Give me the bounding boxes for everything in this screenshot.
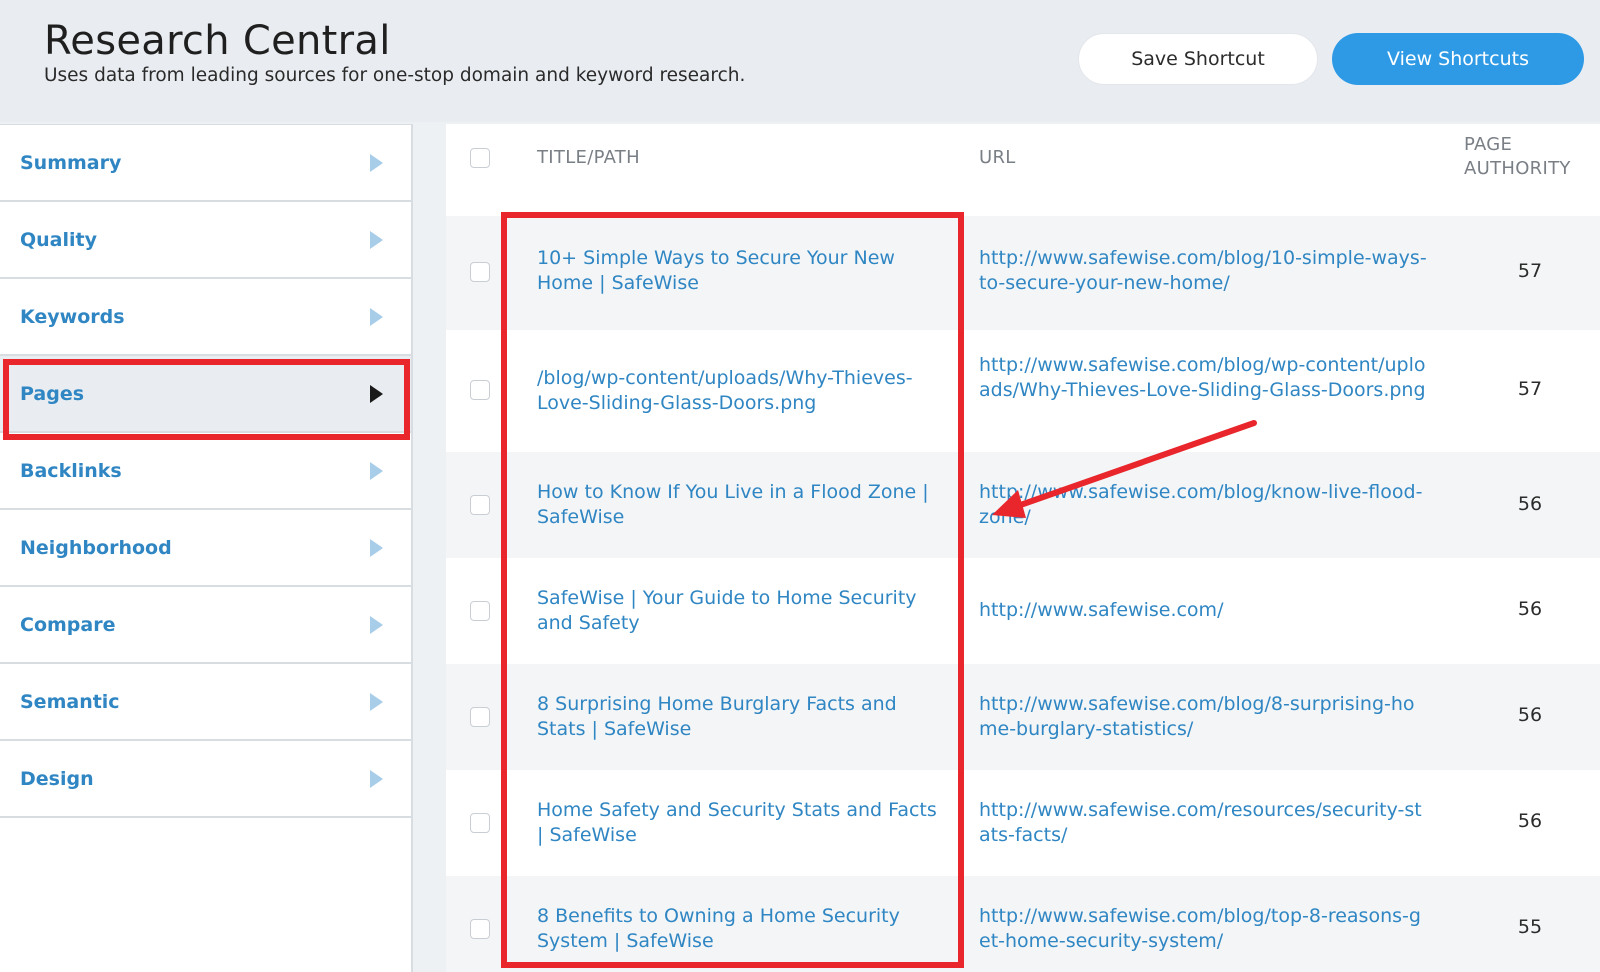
sidebar-nav: Summary Quality Keywords Pages Backlinks… (0, 124, 413, 972)
view-shortcuts-button[interactable]: View Shortcuts (1332, 33, 1584, 85)
row-checkbox[interactable] (470, 813, 490, 833)
row-checkbox[interactable] (470, 919, 490, 939)
column-header-url: URL (979, 147, 1016, 168)
chevron-right-icon (370, 307, 383, 326)
sidebar-item-summary[interactable]: Summary (0, 125, 411, 202)
row-checkbox[interactable] (470, 707, 490, 727)
annotation-highlight-pages (3, 359, 410, 440)
page-authority-value: 56 (1517, 493, 1543, 515)
page-url-link[interactable]: http://www.safewise.com/blog/8-surprisin… (979, 692, 1429, 742)
page-authority-value: 55 (1517, 916, 1543, 938)
page-subtitle: Uses data from leading sources for one-s… (44, 65, 746, 86)
sidebar-item-label: Keywords (20, 305, 125, 328)
sidebar-item-label: Summary (20, 151, 122, 174)
page-url-link[interactable]: http://www.safewise.com/blog/wp-content/… (979, 353, 1429, 403)
sidebar-item-label: Semantic (20, 690, 120, 713)
page-url-link[interactable]: http://www.safewise.com/ (979, 598, 1429, 623)
table-header-row: TITLE/PATH URL PAGE AUTHORITY (446, 124, 1600, 216)
sidebar-item-label: Quality (20, 228, 97, 251)
row-checkbox[interactable] (470, 495, 490, 515)
sidebar-item-keywords[interactable]: Keywords (0, 279, 411, 356)
column-header-page-authority-line1: PAGE (1464, 134, 1513, 155)
sidebar-item-backlinks[interactable]: Backlinks (0, 433, 411, 510)
save-shortcut-button[interactable]: Save Shortcut (1078, 33, 1318, 85)
chevron-right-icon (370, 538, 383, 557)
page-url-link[interactable]: http://www.safewise.com/blog/know-live-f… (979, 480, 1429, 530)
page-url-link[interactable]: http://www.safewise.com/resources/securi… (979, 798, 1429, 848)
sidebar-item-semantic[interactable]: Semantic (0, 664, 411, 741)
sidebar-item-label: Backlinks (20, 459, 122, 482)
page-url-link[interactable]: http://www.safewise.com/blog/top-8-reaso… (979, 904, 1429, 954)
page-authority-value: 56 (1517, 704, 1543, 726)
sidebar-item-label: Compare (20, 613, 116, 636)
page-header: Research Central Uses data from leading … (0, 0, 1600, 122)
row-checkbox[interactable] (470, 601, 490, 621)
select-all-checkbox[interactable] (470, 148, 490, 168)
page-authority-value: 56 (1517, 810, 1543, 832)
chevron-right-icon (370, 769, 383, 788)
page-authority-value: 56 (1517, 598, 1543, 620)
page-authority-value: 57 (1517, 378, 1543, 400)
sidebar-item-label: Design (20, 767, 94, 790)
sidebar-item-quality[interactable]: Quality (0, 202, 411, 279)
annotation-highlight-titles (501, 212, 964, 968)
sidebar-item-design[interactable]: Design (0, 741, 411, 818)
column-header-title: TITLE/PATH (537, 147, 640, 168)
column-header-page-authority-line2: AUTHORITY (1464, 158, 1571, 179)
page-title: Research Central (44, 18, 391, 64)
sidebar-item-label: Neighborhood (20, 536, 172, 559)
chevron-right-icon (370, 230, 383, 249)
chevron-right-icon (370, 692, 383, 711)
sidebar-item-neighborhood[interactable]: Neighborhood (0, 510, 411, 587)
chevron-right-icon (370, 153, 383, 172)
chevron-right-icon (370, 461, 383, 480)
page-authority-value: 57 (1517, 260, 1543, 282)
row-checkbox[interactable] (470, 262, 490, 282)
chevron-right-icon (370, 615, 383, 634)
page-url-link[interactable]: http://www.safewise.com/blog/10-simple-w… (979, 246, 1429, 296)
row-checkbox[interactable] (470, 380, 490, 400)
sidebar-item-compare[interactable]: Compare (0, 587, 411, 664)
